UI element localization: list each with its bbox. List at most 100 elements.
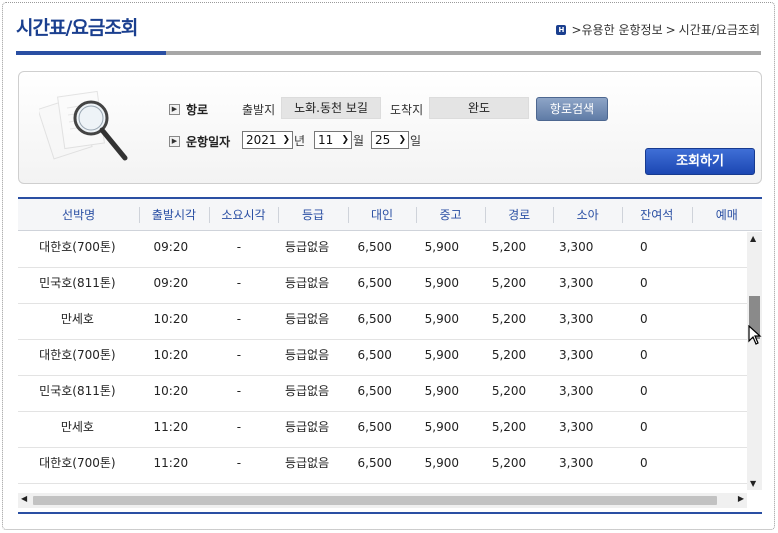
table-cell: 5,900 [424, 456, 460, 470]
arrival-field[interactable]: 완도 [429, 97, 529, 119]
table-cell: 등급없음 [273, 484, 341, 490]
table-cell: 6,500 [357, 276, 392, 290]
month-select[interactable]: 11 ❯ [314, 131, 352, 149]
table-cell [610, 484, 678, 490]
table-row[interactable]: 만세호 10:20 - 등급없음 6,500 5,900 5,200 3,300 0 [18, 304, 747, 340]
table-cell: 대한호(700톤) [39, 348, 116, 362]
route-search-button[interactable]: 항로검색 [536, 97, 608, 121]
table-cell: 3,300 [558, 312, 594, 326]
arrival-label: 도착지 [390, 103, 424, 117]
table-cell: - [236, 348, 242, 362]
table-cell [341, 484, 408, 490]
table-cell: 등급없음 [284, 384, 330, 398]
home-icon[interactable]: H [556, 24, 567, 35]
table-row[interactable]: 민국호(811톤) 09:20 - 등급없음 6,500 5,900 5,200 3,300 0 [18, 268, 747, 304]
mouse-cursor-icon [748, 325, 762, 345]
table-cell: - [236, 276, 242, 290]
scroll-left-icon[interactable]: ◀ [21, 494, 27, 503]
table-cell: 5,200 [491, 420, 527, 434]
table-cell: 만세호 [60, 420, 94, 434]
scroll-up-icon[interactable]: ▲ [750, 234, 756, 243]
table-cell: 등급없음 [284, 456, 330, 470]
table-cell: 09:20 [153, 240, 189, 254]
scroll-down-icon[interactable]: ▼ [750, 479, 756, 488]
column-header: 경로 [484, 199, 554, 231]
table-header: 선박명 출발시각 소요시각 등급 대인 중고 경로 소아 잔여석 예매 [18, 199, 762, 231]
table-cell: 6,500 [357, 348, 392, 362]
month-unit: 월 [353, 134, 365, 148]
table-cell: 11:20 [153, 420, 189, 434]
table-cell: 0 [639, 456, 648, 470]
table-cell [205, 484, 273, 490]
table-cell: 6,500 [357, 312, 392, 326]
query-button[interactable]: 조회하기 [645, 148, 755, 175]
title-underline [166, 51, 761, 55]
table-cell: 09:20 [153, 276, 189, 290]
table-cell: 10:20 [153, 384, 189, 398]
table-row[interactable]: 민국호(811톤) 10:20 - 등급없음 6,500 5,900 5,200 3,300 0 [18, 376, 747, 412]
column-header: 선박명 [62, 208, 96, 222]
table-row[interactable]: 만세호 11:20 - 등급없음 6,500 5,900 5,200 3,300 0 [18, 412, 747, 448]
table-cell: 대한호(700톤) [39, 456, 116, 470]
table-cell [543, 484, 610, 490]
column-header: 등급 [278, 199, 348, 231]
breadcrumb-item-current: 시간표/요금조회 [678, 23, 760, 37]
column-header: 소아 [553, 199, 622, 231]
route-label-group: ▶ 항로 [169, 101, 208, 118]
table-cell: 만세호 [60, 312, 94, 326]
arrow-right-icon: ▶ [169, 104, 180, 115]
table-cell: 5,900 [424, 240, 460, 254]
table-cell: 3,300 [558, 240, 594, 254]
table-cell [678, 376, 747, 411]
table-cell: - [236, 456, 242, 470]
table-row[interactable]: 대한호(700톤) 10:20 - 등급없음 6,500 5,900 5,200 3,300 0 [18, 340, 747, 376]
table-cell [678, 232, 747, 267]
column-header: 예매 [691, 199, 763, 231]
table-row[interactable]: 대한호(700톤) 11:20 - 등급없음 6,500 5,900 5,200 3,300 0 [18, 448, 747, 484]
results-table: 선박명 출발시각 소요시각 등급 대인 중고 경로 소아 잔여석 예매 대한호(700톤) 09:2… [18, 197, 762, 512]
table-bottom-border [18, 512, 762, 514]
table-cell: 3,300 [558, 348, 594, 362]
table-row[interactable]: 민국호(811톤) 등급없음 [18, 484, 747, 490]
table-cell: 5,900 [424, 312, 460, 326]
table-cell [678, 268, 747, 303]
table-cell: 3,300 [558, 384, 594, 398]
date-label-group: ▶ 운항일자 [169, 133, 230, 150]
month-select-value: 11 [318, 133, 334, 147]
day-select[interactable]: 25 ❯ [371, 131, 409, 149]
table-cell: 5,900 [424, 420, 460, 434]
table-cell [408, 484, 475, 490]
breadcrumb-item-useful-info[interactable]: >유용한 운항정보 [571, 21, 662, 38]
table-cell: 10:20 [153, 312, 189, 326]
table-cell: 0 [639, 240, 648, 254]
table-cell: 5,200 [491, 240, 527, 254]
table-cell: 6,500 [357, 384, 392, 398]
date-label: 운항일자 [186, 135, 231, 149]
table-cell: 3,300 [558, 420, 594, 434]
column-header: 대인 [347, 199, 417, 231]
year-unit: 년 [294, 134, 306, 148]
table-cell [678, 340, 747, 375]
table-cell [137, 484, 205, 490]
table-cell: 3,300 [558, 276, 594, 290]
table-cell: 5,900 [424, 348, 460, 362]
vertical-scrollbar[interactable]: ▲ ▼ [747, 232, 762, 490]
table-row[interactable]: 대한호(700톤) 09:20 - 등급없음 6,500 5,900 5,200 3,300 0 [18, 232, 747, 268]
table-cell: - [236, 420, 242, 434]
table-cell [678, 448, 747, 483]
arrow-right-icon: ▶ [169, 136, 180, 147]
table-cell: - [236, 384, 242, 398]
table-cell: 5,200 [491, 384, 527, 398]
day-unit: 일 [410, 134, 422, 148]
table-cell: 5,900 [424, 276, 460, 290]
table-cell: 민국호(811톤) [39, 276, 116, 290]
year-select[interactable]: 2021 ❯ [242, 131, 293, 149]
table-cell: 5,200 [491, 456, 527, 470]
table-cell: - [236, 240, 242, 254]
departure-field[interactable]: 노화.동천 보길 [281, 97, 381, 119]
scroll-right-icon[interactable]: ▶ [738, 494, 744, 503]
departure-label: 출발지 [242, 103, 276, 117]
horizontal-scroll-thumb[interactable] [33, 496, 717, 505]
table-cell: 등급없음 [284, 420, 330, 434]
horizontal-scrollbar[interactable]: ◀ ▶ [18, 493, 747, 508]
